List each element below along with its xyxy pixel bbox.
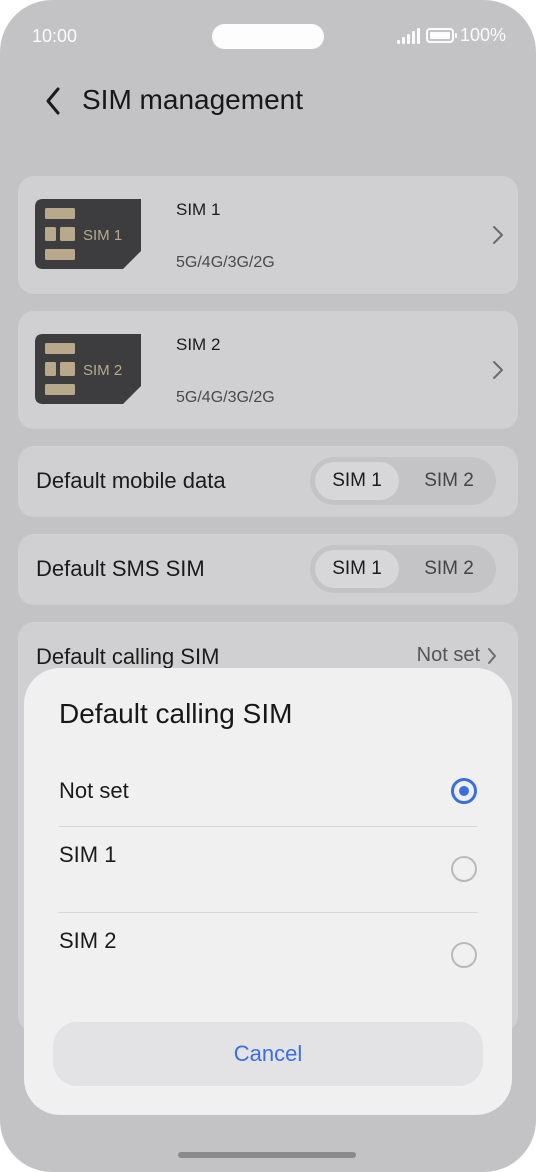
signal-icon [396,27,420,44]
default-sms-row: Default SMS SIM SIM 1 SIM 2 [18,534,518,605]
sim-card-label: SIM 1 [83,227,122,244]
default-calling-value: Not set [417,644,498,667]
battery-percent: 100% [459,25,506,45]
sms-sim-1-option[interactable]: SIM 1 [315,550,399,588]
mobile-data-sim-1-option[interactable]: SIM 1 [315,462,399,500]
option-sim-1[interactable]: SIM 1 [59,828,477,912]
sim-card-icon: SIM 1 [35,199,141,269]
sim-card-icon: SIM 2 [35,334,141,404]
sim-2-card[interactable]: SIM 2 SIM 2 5G/4G/3G/2G [18,311,518,429]
chevron-right-icon [493,361,503,379]
sim-network: 5G/4G/3G/2G [176,389,275,406]
chevron-left-icon [46,87,60,115]
sim-name: SIM 2 [176,335,221,354]
status-time: 10:00 [32,26,78,46]
sim-card-label: SIM 2 [83,362,122,379]
default-mobile-data-row: Default mobile data SIM 1 SIM 2 [18,446,518,517]
sim-1-card[interactable]: SIM 1 SIM 1 5G/4G/3G/2G [18,176,518,294]
sim-network: 5G/4G/3G/2G [176,254,275,271]
page-header: SIM management [0,76,536,126]
divider [59,826,477,827]
option-label: SIM 1 [59,842,117,867]
default-sms-label: Default SMS SIM [36,556,205,581]
mobile-data-sim-selector: SIM 1 SIM 2 [310,457,496,505]
option-not-set[interactable]: Not set [59,766,477,816]
chevron-right-icon [493,226,503,244]
chevron-right-icon [488,647,496,664]
option-label: SIM 2 [59,928,117,953]
dialog-title: Default calling SIM [59,698,293,729]
page-title: SIM management [82,84,303,115]
sms-sim-selector: SIM 1 SIM 2 [310,545,496,593]
sim-name: SIM 1 [176,200,221,219]
radio-unchecked-icon[interactable] [451,856,477,882]
option-label: Not set [59,778,129,803]
default-calling-dialog: Default calling SIM Not set SIM 1 SIM 2 … [24,668,512,1115]
battery-icon [425,28,457,43]
cancel-button[interactable]: Cancel [53,1022,483,1086]
default-calling-label: Default calling SIM [36,644,220,669]
default-mobile-data-label: Default mobile data [36,468,226,493]
radio-unchecked-icon[interactable] [451,942,477,968]
option-sim-2[interactable]: SIM 2 [59,914,477,998]
default-calling-value-text: Not set [416,644,480,666]
status-right: 100% [396,25,506,46]
home-indicator[interactable] [178,1152,356,1158]
radio-checked-icon[interactable] [451,778,477,804]
camera-pill [212,24,324,49]
back-button[interactable] [38,82,68,120]
divider [59,912,477,913]
sms-sim-2-option[interactable]: SIM 2 [407,550,491,588]
mobile-data-sim-2-option[interactable]: SIM 2 [407,462,491,500]
status-bar: 10:00 100% [0,0,536,72]
phone-screen: 10:00 100% SIM management SIM 1 SIM 1 5G… [0,0,536,1172]
